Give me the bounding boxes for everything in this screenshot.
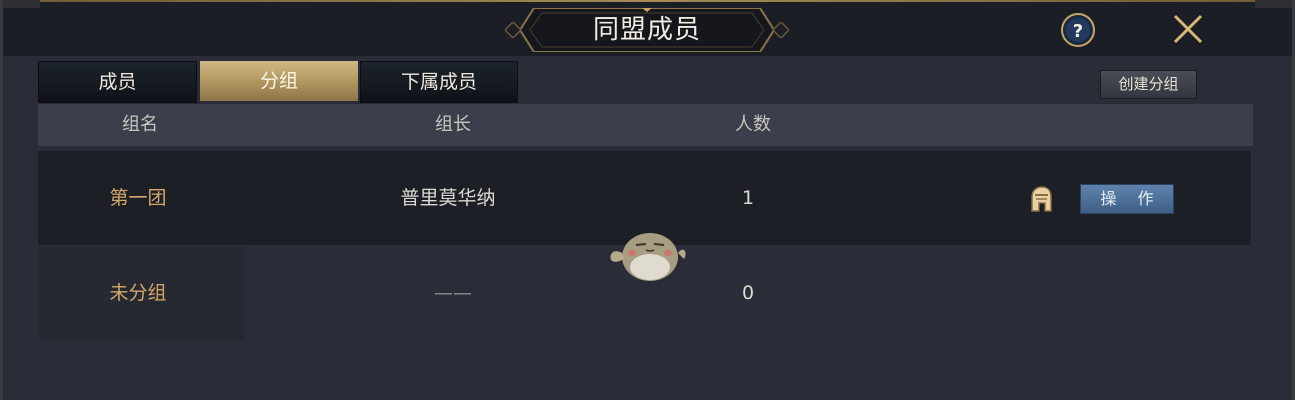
helmet-icon — [1031, 186, 1052, 212]
help-icon: ? — [1061, 13, 1095, 47]
mascot-watermark — [610, 233, 686, 281]
frame-corner-right — [1255, 0, 1295, 8]
title-right-ornament-icon — [773, 22, 789, 38]
table-header: 组名 组长 人数 — [38, 104, 1253, 146]
group-name-cell: 未分组 — [109, 282, 167, 304]
top-border — [0, 0, 1295, 2]
title-plate: 同盟成员 — [520, 8, 774, 52]
column-header-group-name: 组名 — [122, 114, 158, 135]
close-icon — [1173, 14, 1203, 44]
group-leader-cell: —— — [434, 282, 472, 304]
operate-button[interactable]: 操 作 — [1080, 184, 1174, 214]
tab-groups[interactable]: 分组 — [200, 61, 358, 101]
tab-members[interactable]: 成员 — [38, 61, 197, 103]
group-leader-cell: 普里莫华纳 — [400, 187, 496, 209]
group-name-cell: 第一团 — [109, 187, 167, 209]
member-count-cell: 1 — [741, 187, 755, 209]
column-header-count: 人数 — [735, 114, 771, 135]
frame-corner-left — [0, 0, 40, 8]
window-title: 同盟成员 — [592, 15, 701, 45]
help-button[interactable]: ? — [1061, 13, 1095, 47]
title-left-ornament-icon — [505, 22, 521, 38]
close-button[interactable] — [1170, 11, 1206, 47]
member-count-cell: 0 — [741, 282, 755, 304]
frame-edge-left — [0, 0, 3, 400]
tab-subordinates[interactable]: 下属成员 — [360, 61, 518, 103]
column-header-leader: 组长 — [435, 114, 471, 135]
svg-text:?: ? — [1073, 21, 1083, 42]
create-group-button[interactable]: 创建分组 — [1100, 70, 1197, 99]
